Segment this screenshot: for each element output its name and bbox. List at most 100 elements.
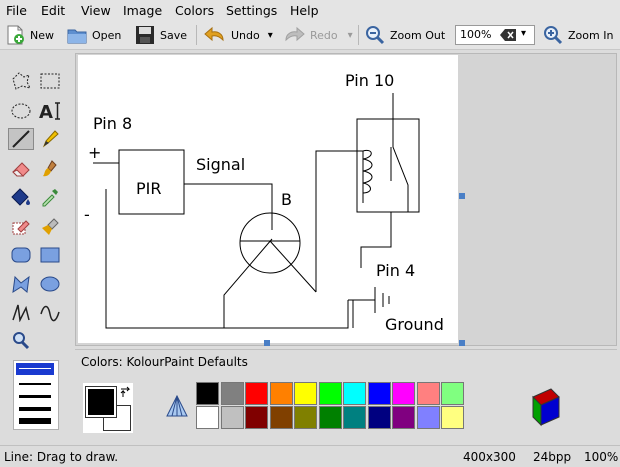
svg-text:A: A (39, 102, 53, 122)
palette-swatch[interactable] (367, 406, 391, 429)
tool-flood-fill[interactable] (8, 186, 34, 208)
tool-color-eraser[interactable] (8, 216, 34, 238)
ellipse-select-icon (11, 103, 31, 119)
menu-colors[interactable]: Colors (175, 3, 214, 18)
menu-help[interactable]: Help (290, 3, 319, 18)
drawing-canvas[interactable]: Pin 8 + - PIR Signal B Pin 10 Pin 4 Grou… (78, 55, 458, 343)
palette-swatch[interactable] (220, 406, 244, 429)
undo-button[interactable]: Undo ▾ (203, 23, 273, 47)
palette-swatch[interactable] (245, 406, 268, 429)
ellipse-icon (40, 276, 60, 292)
clear-input-icon[interactable] (500, 29, 516, 41)
tool-ellipse[interactable] (37, 273, 63, 295)
palette-swatch[interactable] (196, 382, 219, 405)
zoom-in-label: Zoom In (568, 28, 614, 42)
palette-swatch[interactable] (196, 406, 219, 429)
label-signal: Signal (196, 155, 245, 174)
tool-color-picker[interactable] (37, 186, 63, 208)
color-similarity-icon[interactable] (164, 394, 190, 420)
zoom-in-button[interactable]: Zoom In (542, 23, 613, 47)
menu-view[interactable]: View (81, 3, 111, 18)
menu-settings[interactable]: Settings (226, 3, 277, 18)
palette-swatch[interactable] (392, 406, 415, 429)
tool-ellipse-select[interactable] (8, 100, 34, 122)
fg-bg-color-selector[interactable] (83, 383, 133, 433)
redo-label: Redo (310, 28, 338, 42)
palette-swatch[interactable] (392, 382, 415, 405)
palette-swatch[interactable] (269, 382, 293, 405)
palette-swatch[interactable] (294, 406, 317, 429)
undo-dropdown-icon[interactable]: ▾ (268, 30, 273, 41)
line-width-selector[interactable] (13, 360, 59, 430)
palette-swatch[interactable] (318, 406, 342, 429)
palette-swatch[interactable] (245, 382, 268, 405)
redo-arrow-icon (285, 26, 305, 42)
palette-swatch[interactable] (220, 382, 244, 405)
eraser-icon (12, 162, 30, 177)
tool-curve[interactable] (37, 301, 63, 323)
palette-swatch[interactable] (416, 382, 440, 405)
line-width-option-3[interactable] (19, 395, 51, 398)
tool-rect-select[interactable] (37, 70, 63, 92)
resize-handle-bottom[interactable] (264, 340, 270, 346)
redo-dropdown-icon[interactable]: ▾ (348, 30, 353, 41)
tool-text[interactable]: A (37, 100, 63, 122)
line-width-option-1[interactable] (16, 363, 54, 375)
menu-edit[interactable]: Edit (41, 3, 65, 18)
tool-free-form-select[interactable] (8, 70, 34, 92)
toolbar-separator (358, 25, 359, 45)
palette-swatch[interactable] (441, 406, 464, 429)
menu-file[interactable]: File (6, 3, 27, 18)
status-color-depth: 24bpp (533, 450, 572, 464)
palette-swatch[interactable] (416, 406, 440, 429)
magnifier-icon (13, 332, 30, 350)
label-pin10: Pin 10 (345, 71, 394, 90)
save-button[interactable]: Save (134, 23, 187, 47)
status-zoom: 100% (584, 450, 619, 464)
open-button[interactable]: Open (66, 23, 121, 47)
colors-panel: Colors: KolourPaint Defaults (75, 349, 617, 441)
status-message: Line: Drag to draw. (4, 450, 119, 464)
zoom-out-button[interactable]: Zoom Out (364, 23, 445, 47)
line-width-option-5[interactable] (19, 418, 51, 424)
rectangle-icon (40, 247, 60, 263)
menu-image[interactable]: Image (123, 3, 162, 18)
tool-eraser[interactable] (8, 158, 34, 180)
text-tool-icon: A (39, 102, 60, 122)
tool-polygon[interactable] (8, 273, 34, 295)
palette-swatch[interactable] (269, 406, 293, 429)
swap-colors-icon[interactable] (119, 385, 133, 399)
new-label: New (30, 28, 54, 42)
save-disk-icon (136, 26, 154, 44)
spraycan-icon (42, 218, 59, 235)
tool-rounded-rectangle[interactable] (8, 244, 34, 266)
resize-handle-right[interactable] (459, 193, 465, 199)
tool-zoom[interactable] (8, 329, 34, 351)
circuit-drawing: Pin 8 + - PIR Signal B Pin 10 Pin 4 Grou… (84, 71, 444, 334)
undo-arrow-icon (204, 26, 224, 42)
tool-polyline[interactable] (8, 301, 34, 323)
zoom-dropdown-icon[interactable]: ▾ (521, 28, 526, 39)
tool-spraycan[interactable] (37, 216, 63, 238)
palette-swatch[interactable] (343, 406, 366, 429)
line-width-option-4[interactable] (19, 407, 51, 411)
tool-pen[interactable] (37, 128, 63, 150)
label-b: B (281, 190, 292, 209)
palette-swatch[interactable] (294, 382, 317, 405)
palette-swatch[interactable] (318, 382, 342, 405)
zoom-level-combo[interactable]: 100% ▾ (455, 25, 535, 45)
tool-brush[interactable] (37, 158, 63, 180)
tool-line[interactable] (8, 128, 34, 150)
palette-swatch[interactable] (441, 382, 464, 405)
palette-swatch[interactable] (367, 382, 391, 405)
tool-rectangle[interactable] (37, 244, 63, 266)
menu-bar: File Edit View Image Colors Settings Hel… (0, 0, 620, 21)
resize-handle-corner[interactable] (459, 340, 465, 346)
color-eraser-icon (12, 220, 30, 235)
rect-select-icon (40, 73, 60, 89)
line-width-option-2[interactable] (19, 383, 51, 385)
palette-swatch[interactable] (343, 382, 366, 405)
redo-button[interactable]: Redo ▾ (282, 23, 353, 47)
foreground-color-swatch[interactable] (85, 386, 117, 418)
new-button[interactable]: New (4, 23, 54, 47)
